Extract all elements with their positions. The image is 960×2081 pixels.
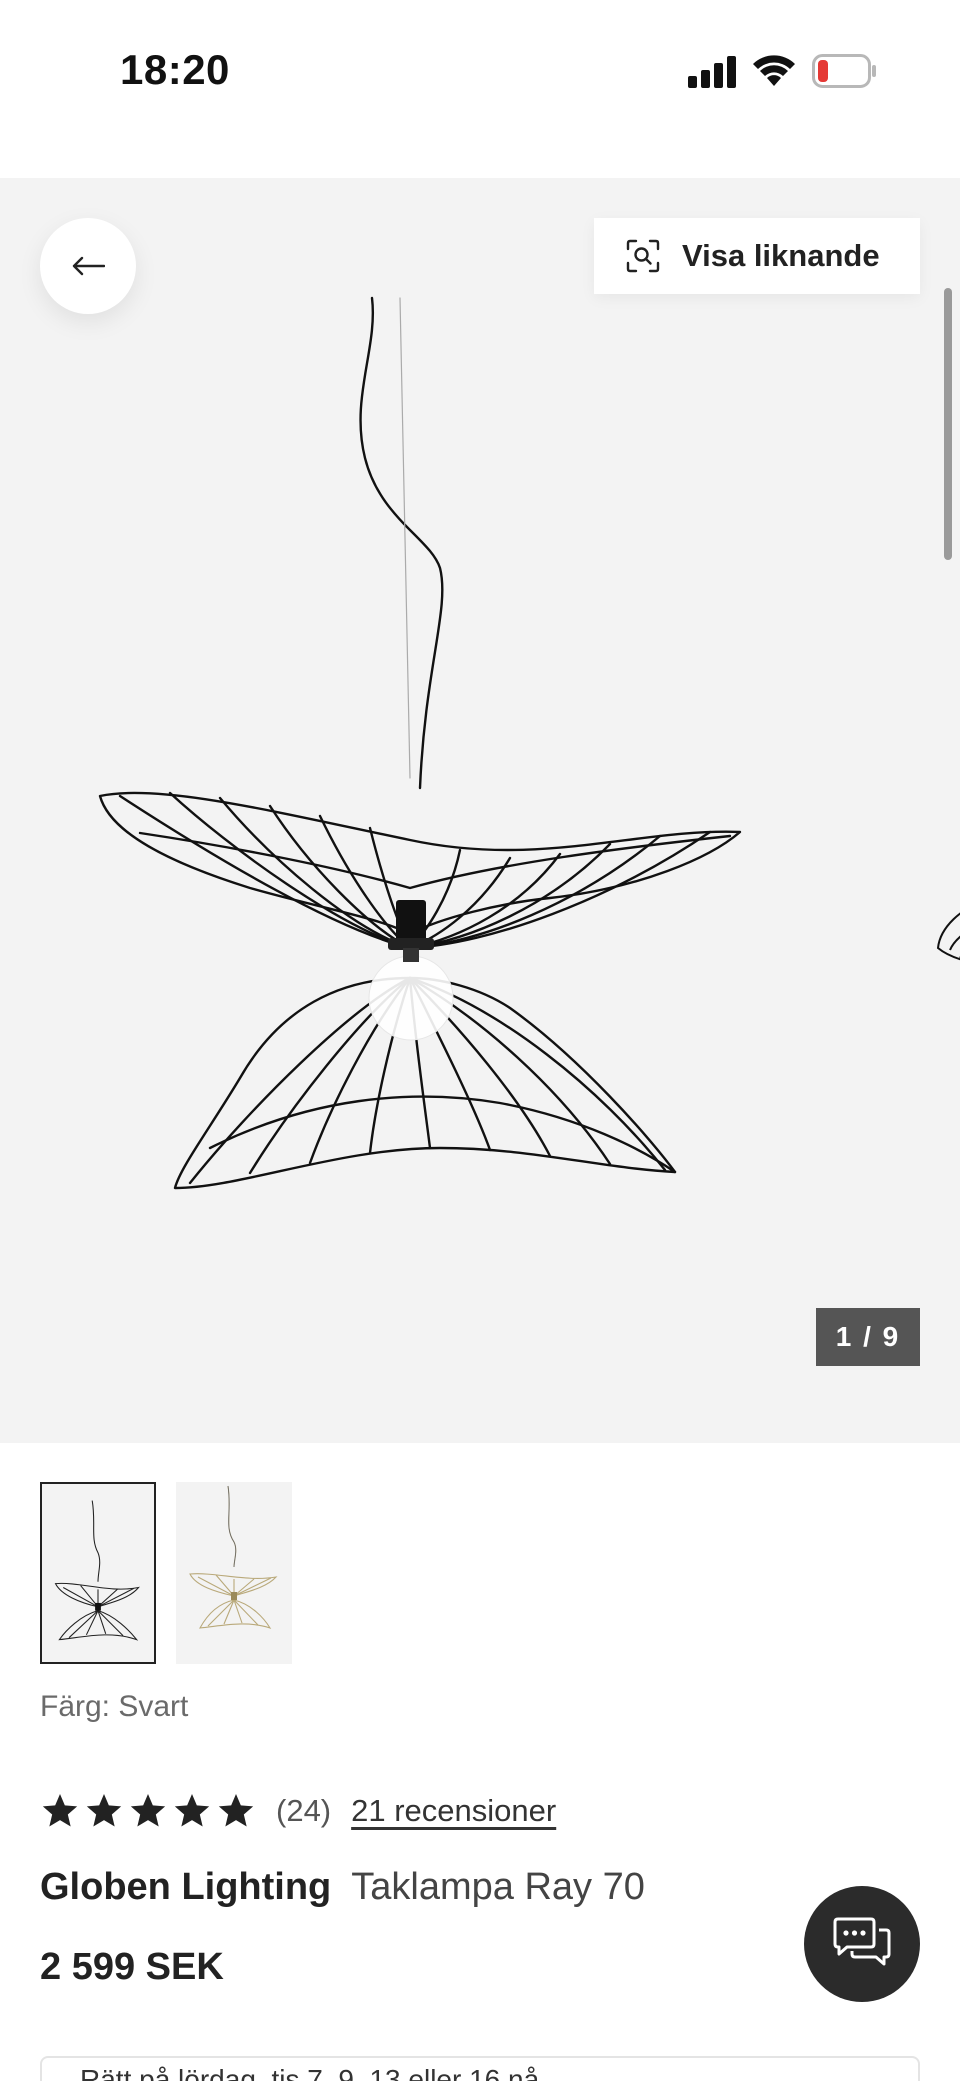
show-similar-label: Visa liknande: [682, 238, 880, 273]
chat-button[interactable]: [804, 1886, 920, 2002]
product-image-gallery[interactable]: Visa liknande 1 / 9: [0, 178, 960, 1443]
image-counter: 1 / 9: [816, 1308, 920, 1366]
arrow-left-icon: [72, 256, 105, 276]
chat-bubbles-icon: [833, 1917, 891, 1966]
star-icon: [42, 1794, 78, 1827]
status-bar: 18:20: [0, 0, 960, 140]
thumbnail-black-image: [54, 1500, 140, 1641]
star-icon: [130, 1794, 166, 1827]
product-brand[interactable]: Globen Lighting: [40, 1866, 331, 1909]
star-icon: [218, 1794, 254, 1827]
battery-low-icon: [812, 54, 876, 88]
thumbnail-brass-image: [189, 1485, 278, 1629]
next-image-peek: [936, 912, 960, 961]
color-selector-label: Färg: Svart: [40, 1690, 189, 1723]
reviews-link[interactable]: 21 recensioner: [351, 1793, 556, 1829]
rating-row: (24) 21 recensioner: [40, 1786, 556, 1836]
cellular-signal-icon: [688, 56, 736, 88]
product-name: Taklampa Ray 70: [351, 1866, 645, 1908]
wifi-icon: [753, 55, 795, 86]
thumbnail-strip: [40, 1482, 292, 1664]
status-time: 18:20: [120, 46, 230, 93]
product-price: 2 599 SEK: [40, 1946, 224, 1988]
show-similar-button[interactable]: Visa liknande: [594, 218, 920, 294]
thumbnail-black[interactable]: [40, 1482, 156, 1664]
star-icon: [86, 1794, 122, 1827]
star-rating: [40, 1791, 256, 1831]
delivery-info-box[interactable]: Rätt på lördag, tis 7, 9, 13 eller 16 nå…: [40, 2056, 920, 2081]
gallery-scrollbar[interactable]: [944, 288, 952, 560]
rating-count: (24): [276, 1793, 332, 1828]
visual-search-icon: [626, 239, 660, 273]
product-image: [98, 296, 742, 1190]
thumbnail-brass[interactable]: [176, 1482, 292, 1664]
star-icon: [174, 1794, 210, 1827]
delivery-info-text: Rätt på lördag, tis 7, 9, 13 eller 16 nå…: [80, 2064, 563, 2081]
product-title: Globen Lighting Taklampa Ray 70: [40, 1866, 645, 1909]
